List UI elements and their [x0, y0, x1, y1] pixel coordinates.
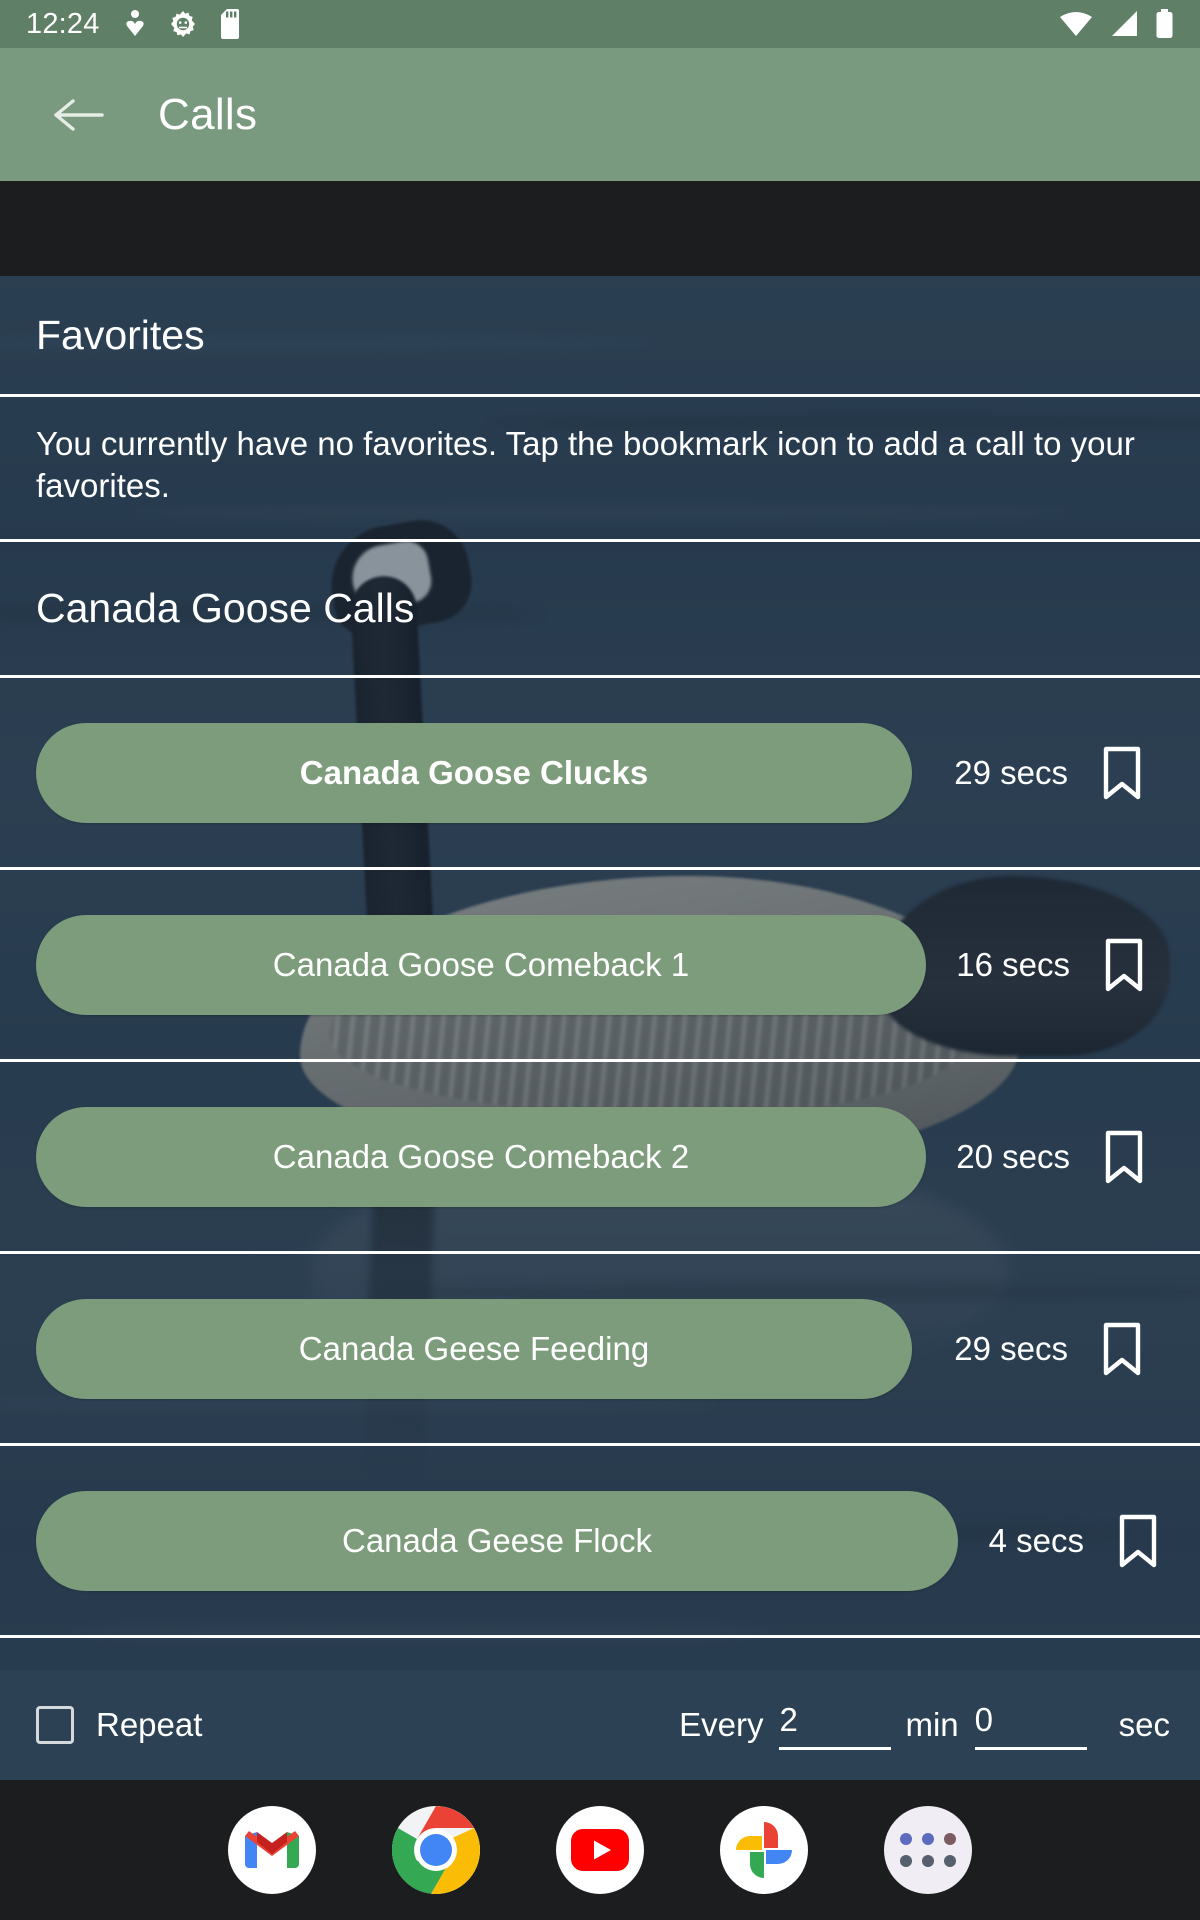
call-play-button[interactable]: Canada Geese Flock [36, 1490, 958, 1591]
call-duration: 29 secs [954, 753, 1068, 791]
minutes-input[interactable]: 2 [779, 1701, 892, 1750]
android-dock [0, 1780, 1200, 1920]
bookmark-outline-icon [1103, 1322, 1141, 1376]
call-row[interactable]: Canada Goose Comeback 1 16 secs [0, 870, 1200, 1059]
chrome-app-icon[interactable] [392, 1806, 480, 1894]
youtube-app-icon[interactable] [556, 1806, 644, 1894]
minutes-unit-label: min [905, 1706, 959, 1743]
repeat-bar: Repeat Every 2 min 0 sec [0, 1670, 1200, 1780]
call-play-button[interactable]: Canada Goose Comeback 1 [36, 914, 926, 1015]
repeat-checkbox-row[interactable]: Repeat [36, 1706, 202, 1744]
status-bar-system-icons [1059, 9, 1174, 39]
back-arrow-icon [54, 98, 104, 131]
status-bar-notification-icons [124, 9, 244, 39]
favorites-section-header: Favorites [0, 276, 1200, 394]
call-duration: 4 secs [988, 1521, 1084, 1559]
seconds-unit-label: sec [1118, 1706, 1170, 1743]
calls-heading: Canada Goose Calls [36, 585, 415, 632]
battery-icon [1156, 9, 1173, 38]
bookmark-outline-icon [1105, 938, 1143, 992]
person-heart-icon [125, 10, 144, 36]
back-button[interactable] [48, 85, 108, 145]
cell-signal-icon [1112, 11, 1137, 36]
bookmark-outline-icon [1105, 1130, 1143, 1184]
call-row[interactable]: Canada Geese Flock 4 secs [0, 1446, 1200, 1635]
call-row[interactable]: Canada Goose Comeback 2 20 secs [0, 1062, 1200, 1251]
calls-section-header: Canada Goose Calls [0, 542, 1200, 675]
app-bar: Calls [0, 48, 1200, 181]
gear-icon [170, 11, 195, 37]
page-title: Calls [158, 89, 258, 139]
bookmark-button[interactable] [1110, 1514, 1166, 1568]
gmail-app-icon[interactable] [228, 1806, 316, 1894]
google-photos-app-icon[interactable] [720, 1806, 808, 1894]
bookmark-outline-icon [1103, 746, 1141, 800]
seconds-input[interactable]: 0 [974, 1701, 1087, 1750]
status-bar: 12:24 [0, 0, 1200, 48]
bookmark-button[interactable] [1094, 1322, 1150, 1376]
bookmark-button[interactable] [1094, 746, 1150, 800]
wifi-icon [1060, 12, 1092, 36]
checkbox-unchecked-icon[interactable] [36, 1706, 74, 1744]
ad-banner-placeholder [0, 181, 1200, 276]
favorites-heading: Favorites [36, 311, 205, 358]
bookmark-outline-icon [1119, 1514, 1157, 1568]
call-row[interactable]: Canada Goose Clucks 29 secs [0, 678, 1200, 867]
call-play-button[interactable]: Canada Goose Clucks [36, 722, 912, 823]
call-play-button[interactable]: Canada Goose Comeback 2 [36, 1106, 926, 1207]
bookmark-button[interactable] [1096, 1130, 1152, 1184]
call-duration: 20 secs [956, 1137, 1070, 1175]
phone-screen: 12:24 Calls Favorites You currently have… [0, 0, 1200, 1920]
calls-content: Favorites You currently have no favorite… [0, 276, 1200, 1746]
repeat-label: Repeat [96, 1706, 203, 1743]
bookmark-button[interactable] [1096, 938, 1152, 992]
call-duration: 29 secs [954, 1329, 1068, 1367]
call-play-button[interactable]: Canada Geese Feeding [36, 1298, 912, 1399]
favorites-empty-message: You currently have no favorites. Tap the… [36, 425, 1135, 505]
status-bar-clock: 12:24 [26, 7, 100, 40]
app-drawer-icon[interactable] [884, 1806, 972, 1894]
call-row[interactable]: Canada Geese Feeding 29 secs [0, 1254, 1200, 1443]
calls-list: Favorites You currently have no favorite… [0, 276, 1200, 1639]
call-duration: 16 secs [956, 945, 1070, 983]
divider [0, 1635, 1200, 1639]
sd-card-icon [220, 9, 239, 39]
every-label: Every [679, 1706, 764, 1743]
